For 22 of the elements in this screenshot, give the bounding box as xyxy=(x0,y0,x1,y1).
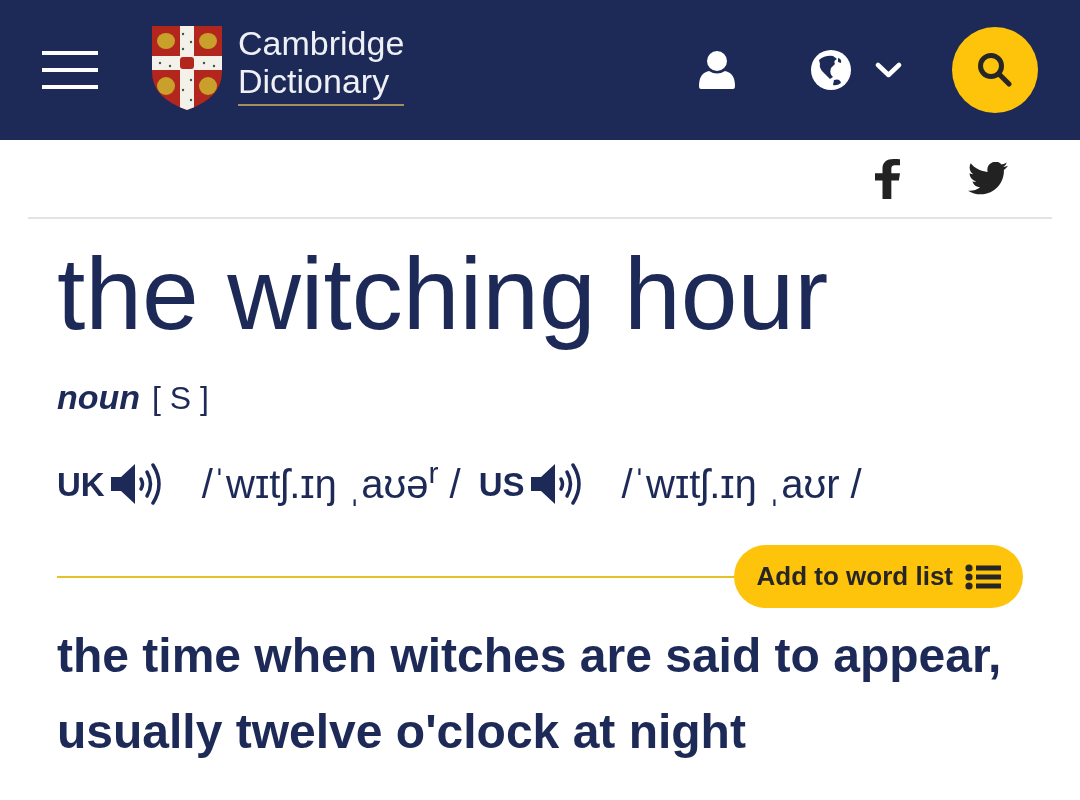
search-icon xyxy=(978,53,1012,87)
part-of-speech: noun xyxy=(57,380,141,415)
headword-title: the witching hour xyxy=(57,236,829,353)
pronunciation-text: /ˈwɪtʃ.ɪŋ ˌaʊə$^{r}$ / xyxy=(201,464,461,505)
logo-text[interactable]: Cambridge xyxy=(238,24,405,62)
globe-icon[interactable] xyxy=(811,50,851,90)
logo-text[interactable]: Dictionary xyxy=(238,62,390,100)
speaker-icon[interactable] xyxy=(529,462,584,507)
definition-text: the time when witches are said to appear, usually twelve o'clock at night xyxy=(57,628,1003,761)
pronunciation-text: /ˈwɪtʃ.ɪŋ ˌaʊr / xyxy=(621,464,862,505)
chevron-down-icon[interactable] xyxy=(875,62,902,78)
region-label: US xyxy=(478,467,525,501)
user-icon[interactable] xyxy=(699,51,735,89)
bird-icon[interactable] xyxy=(968,162,1008,195)
speaker-icon[interactable] xyxy=(109,462,164,507)
menu-icon[interactable] xyxy=(42,51,98,89)
crest-logo-icon[interactable] xyxy=(152,26,222,110)
facebook-icon[interactable] xyxy=(875,158,900,199)
add-to-word-list-button[interactable]: Add to word list xyxy=(733,545,1023,609)
grammar-label: [ S ] xyxy=(152,382,209,415)
region-label: UK xyxy=(57,467,105,501)
list-icon xyxy=(965,563,1001,590)
